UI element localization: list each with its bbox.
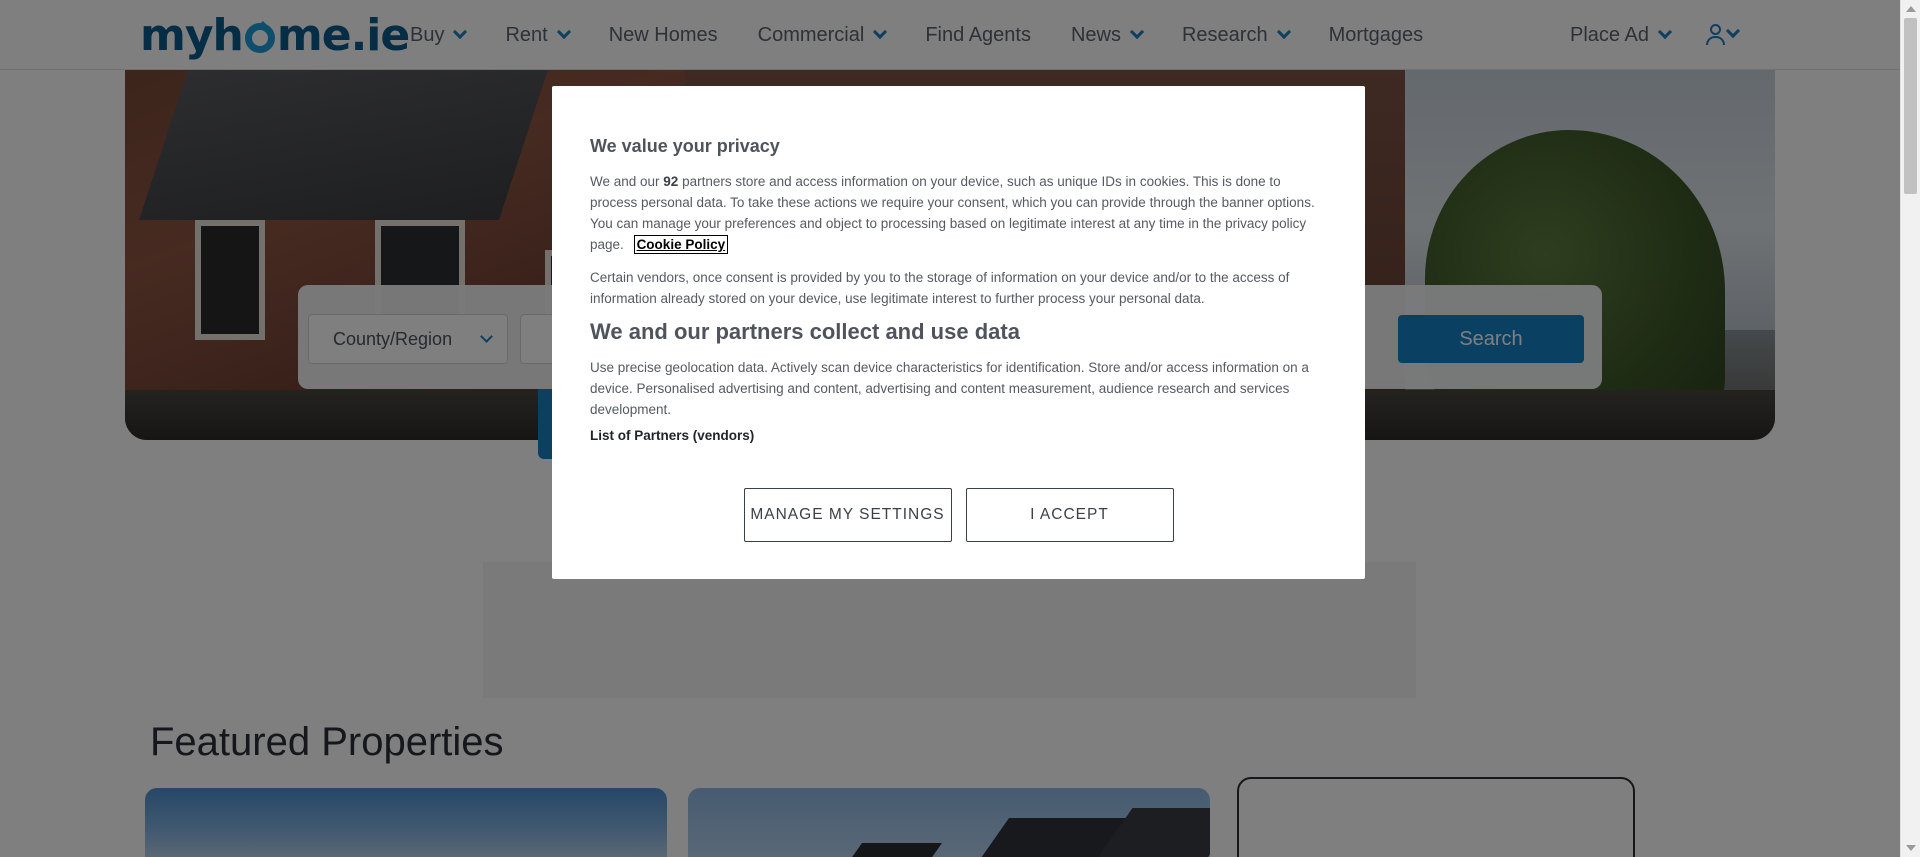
privacy-intro-text: We and our 92 partners store and access … (590, 171, 1327, 255)
partner-count: 92 (663, 174, 679, 189)
data-purposes-text: Use precise geolocation data. Actively s… (590, 360, 1309, 417)
accept-button[interactable]: I ACCEPT (965, 488, 1174, 542)
page-scrollbar[interactable] (1900, 0, 1920, 857)
scroll-up-arrow-icon[interactable] (1906, 6, 1916, 12)
vendors-consent-text: Certain vendors, once consent is provide… (590, 270, 1290, 306)
scroll-down-arrow-icon[interactable] (1906, 845, 1916, 851)
partners-list-link[interactable]: List of Partners (vendors) (590, 428, 754, 443)
manage-settings-button[interactable]: MANAGE MY SETTINGS (743, 488, 952, 542)
manage-settings-label: MANAGE MY SETTINGS (750, 506, 945, 523)
privacy-consent-dialog: We value your privacy We and our 92 part… (552, 86, 1365, 579)
privacy-dialog-title: We value your privacy (590, 136, 780, 156)
accept-label: I ACCEPT (1030, 506, 1109, 523)
data-use-heading: We and our partners collect and use data (590, 319, 1020, 344)
cookie-policy-link[interactable]: Cookie Policy (633, 235, 729, 254)
dialog-actions: MANAGE MY SETTINGS I ACCEPT (552, 488, 1365, 542)
scrollbar-thumb[interactable] (1904, 18, 1917, 194)
privacy-intro-start: We and our (590, 174, 664, 189)
